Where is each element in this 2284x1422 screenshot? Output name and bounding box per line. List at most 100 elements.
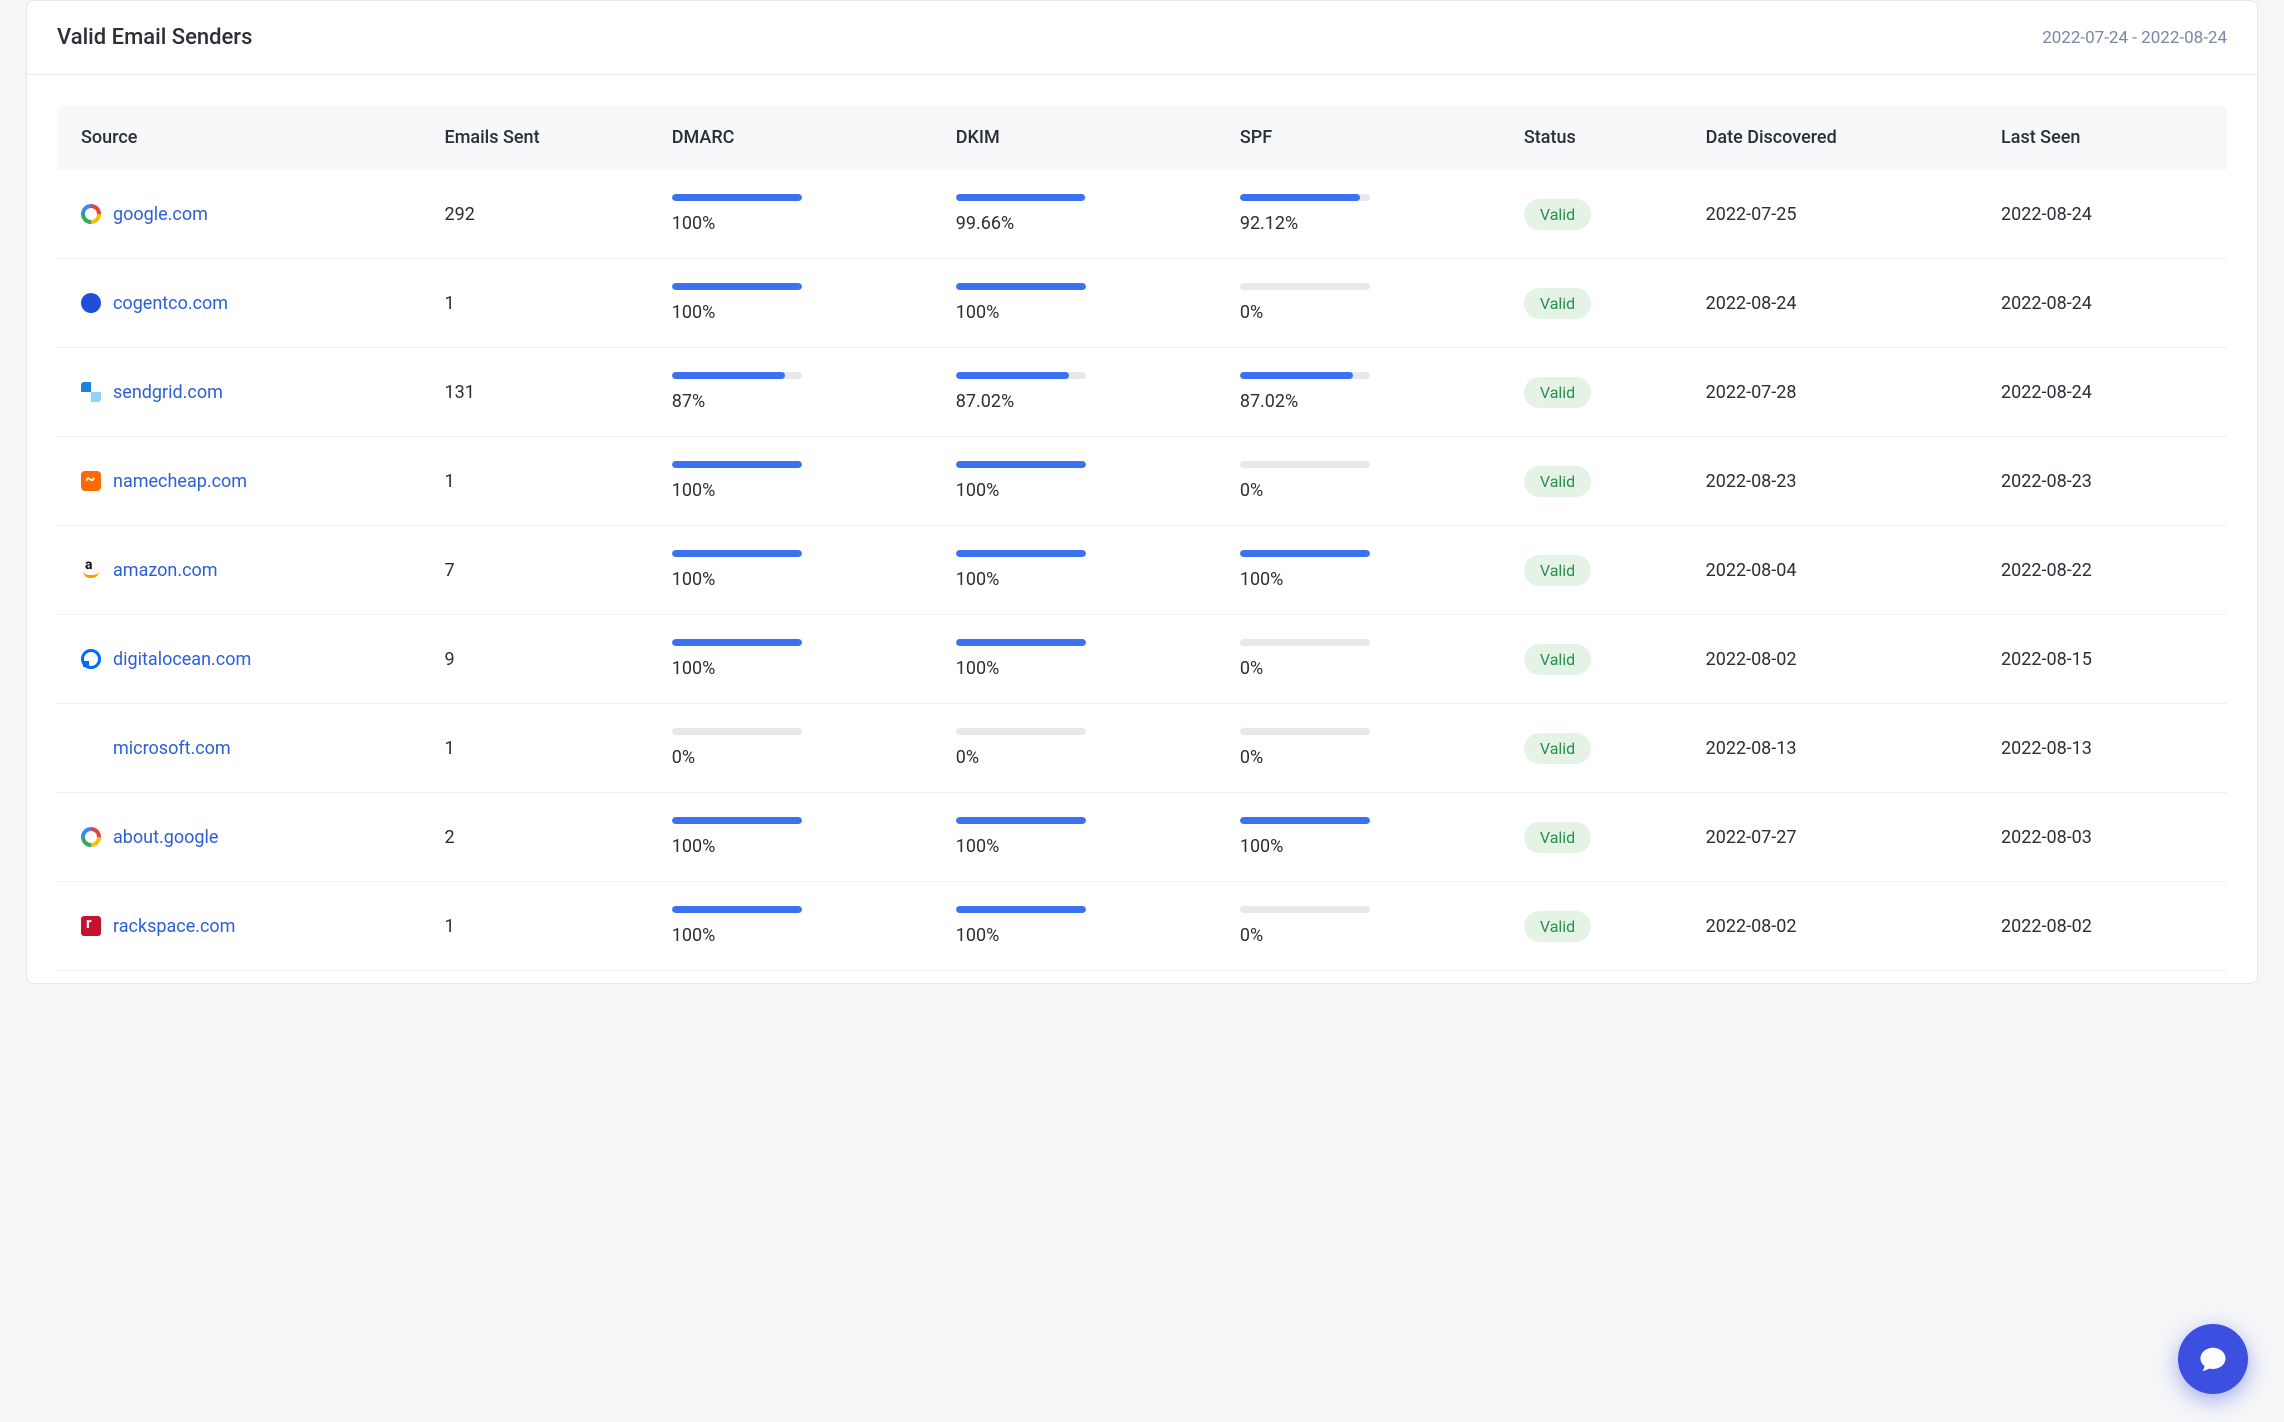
source-cell: digitalocean.com [57,615,421,704]
dkim-bar [956,283,1086,290]
dkim-value: 100% [956,925,1200,946]
spf-value: 100% [1240,836,1484,857]
table-row[interactable]: namecheap.com1100%100%0%Valid2022-08-232… [57,437,2227,526]
dkim-cell: 99.66% [932,170,1216,259]
dmarc-cell: 100% [648,437,932,526]
spf-bar [1240,372,1370,379]
table-row[interactable]: about.google2100%100%100%Valid2022-07-27… [57,793,2227,882]
table-row[interactable]: digitalocean.com9100%100%0%Valid2022-08-… [57,615,2227,704]
status-cell: Valid [1500,704,1682,793]
dmarc-bar [672,283,802,290]
col-date-discovered[interactable]: Date Discovered [1682,105,1977,170]
source-link[interactable]: about.google [113,827,218,848]
spf-bar [1240,461,1370,468]
source-cell: microsoft.com [57,704,421,793]
dmarc-bar [672,817,802,824]
google-icon [81,827,101,847]
senders-table: Source Emails Sent DMARC DKIM SPF Status… [57,105,2227,971]
source-cell: about.google [57,793,421,882]
date-range: 2022-07-24 - 2022-08-24 [2042,28,2227,48]
status-cell: Valid [1500,170,1682,259]
emails-sent-cell: 292 [421,170,648,259]
col-status[interactable]: Status [1500,105,1682,170]
spf-bar [1240,906,1370,913]
spf-value: 0% [1240,925,1484,946]
dmarc-cell: 100% [648,615,932,704]
source-link[interactable]: namecheap.com [113,471,247,492]
status-badge: Valid [1524,555,1591,586]
last-seen-cell: 2022-08-13 [1977,704,2227,793]
last-seen-cell: 2022-08-23 [1977,437,2227,526]
chat-button[interactable] [2178,1324,2248,1394]
sendgrid-icon [81,382,101,402]
rackspace-icon [81,916,101,936]
dmarc-bar [672,550,802,557]
source-link[interactable]: google.com [113,204,208,225]
card-header: Valid Email Senders 2022-07-24 - 2022-08… [27,1,2257,75]
table-row[interactable]: microsoft.com10%0%0%Valid2022-08-132022-… [57,704,2227,793]
col-emails-sent[interactable]: Emails Sent [421,105,648,170]
table-header-row: Source Emails Sent DMARC DKIM SPF Status… [57,105,2227,170]
spf-cell: 92.12% [1216,170,1500,259]
dkim-cell: 87.02% [932,348,1216,437]
spf-value: 0% [1240,747,1484,768]
emails-sent-cell: 7 [421,526,648,615]
spf-value: 0% [1240,480,1484,501]
dmarc-bar [672,906,802,913]
col-dkim[interactable]: DKIM [932,105,1216,170]
card-title: Valid Email Senders [57,25,252,50]
dkim-bar [956,639,1086,646]
dmarc-cell: 100% [648,882,932,971]
dkim-value: 100% [956,302,1200,323]
col-last-seen[interactable]: Last Seen [1977,105,2227,170]
dmarc-value: 100% [672,302,916,323]
source-link[interactable]: digitalocean.com [113,649,251,670]
source-link[interactable]: amazon.com [113,560,218,581]
spf-value: 0% [1240,658,1484,679]
dkim-cell: 100% [932,526,1216,615]
dkim-value: 100% [956,480,1200,501]
col-dmarc[interactable]: DMARC [648,105,932,170]
source-link[interactable]: rackspace.com [113,916,235,937]
status-cell: Valid [1500,526,1682,615]
spf-bar [1240,817,1370,824]
dkim-cell: 100% [932,793,1216,882]
col-spf[interactable]: SPF [1216,105,1500,170]
status-badge: Valid [1524,288,1591,319]
status-badge: Valid [1524,466,1591,497]
spf-bar [1240,550,1370,557]
dkim-cell: 100% [932,437,1216,526]
status-cell: Valid [1500,348,1682,437]
amazon-icon [81,560,101,580]
dmarc-value: 100% [672,569,916,590]
spf-cell: 0% [1216,704,1500,793]
google-icon [81,204,101,224]
dmarc-bar [672,372,802,379]
dkim-bar [956,461,1086,468]
date-discovered-cell: 2022-08-13 [1682,704,1977,793]
dkim-value: 100% [956,836,1200,857]
dkim-cell: 0% [932,704,1216,793]
spf-value: 87.02% [1240,391,1484,412]
source-link[interactable]: microsoft.com [113,738,231,759]
table-row[interactable]: amazon.com7100%100%100%Valid2022-08-0420… [57,526,2227,615]
dkim-cell: 100% [932,615,1216,704]
spf-bar [1240,283,1370,290]
col-source[interactable]: Source [57,105,421,170]
table-row[interactable]: google.com292100%99.66%92.12%Valid2022-0… [57,170,2227,259]
spf-cell: 100% [1216,793,1500,882]
dmarc-cell: 100% [648,793,932,882]
emails-sent-cell: 1 [421,259,648,348]
dmarc-bar [672,639,802,646]
emails-sent-cell: 9 [421,615,648,704]
valid-senders-card: Valid Email Senders 2022-07-24 - 2022-08… [26,0,2258,984]
dmarc-value: 100% [672,480,916,501]
dmarc-cell: 100% [648,259,932,348]
source-link[interactable]: cogentco.com [113,293,228,314]
source-link[interactable]: sendgrid.com [113,382,223,403]
table-row[interactable]: rackspace.com1100%100%0%Valid2022-08-022… [57,882,2227,971]
emails-sent-cell: 131 [421,348,648,437]
dkim-bar [956,728,1086,735]
table-row[interactable]: sendgrid.com13187%87.02%87.02%Valid2022-… [57,348,2227,437]
table-row[interactable]: cogentco.com1100%100%0%Valid2022-08-2420… [57,259,2227,348]
